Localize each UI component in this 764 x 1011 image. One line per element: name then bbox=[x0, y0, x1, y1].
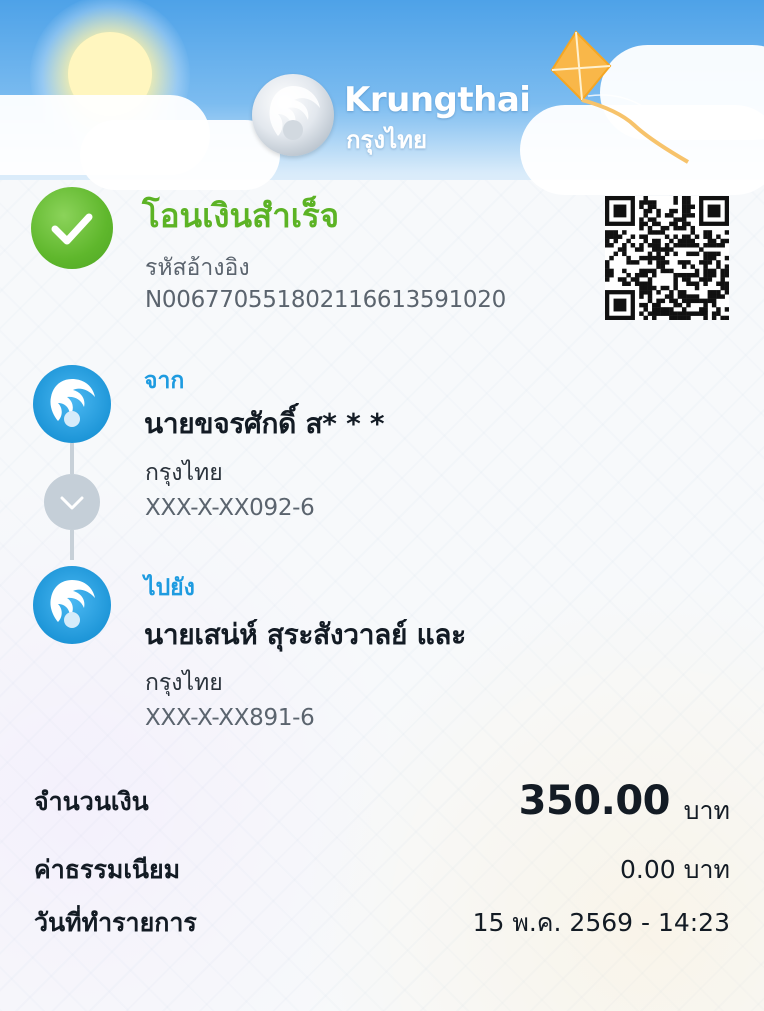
recipient-bank: กรุงไทย bbox=[145, 670, 223, 696]
fee-label: ค่าธรรมเนียม bbox=[34, 855, 181, 884]
krungthai-logo-icon bbox=[252, 74, 334, 156]
amount-label: จำนวนเงิน bbox=[34, 787, 149, 816]
status-title: โอนเงินสำเร็จ bbox=[142, 196, 340, 235]
connector-line-bottom bbox=[70, 530, 74, 560]
sender-account: XXX-X-XX092-6 bbox=[145, 495, 315, 521]
transfer-slip: Krungthai กรุงไทย โอนเงินสำเร็จ รหัสอ้าง… bbox=[0, 0, 764, 1011]
amount-unit: บาท bbox=[683, 796, 730, 825]
fee-value: 0.00 บาท bbox=[620, 855, 730, 884]
bank-avatar-icon bbox=[33, 566, 111, 644]
recipient-account: XXX-X-XX891-6 bbox=[145, 705, 315, 731]
check-icon bbox=[51, 213, 93, 245]
date-label: วันที่ทำรายการ bbox=[34, 908, 197, 937]
from-label: จาก bbox=[144, 368, 185, 394]
connector-line-top bbox=[70, 443, 74, 474]
bank-avatar-icon bbox=[33, 365, 111, 443]
qr-code-icon[interactable] bbox=[605, 196, 729, 320]
logo-text-en: Krungthai bbox=[344, 80, 531, 120]
amount-value: 350.00 bbox=[518, 778, 671, 824]
chevron-down-icon bbox=[60, 496, 84, 510]
date-value: 15 พ.ค. 2569 - 14:23 bbox=[472, 908, 730, 937]
success-check-badge bbox=[31, 187, 113, 269]
reference-label: รหัสอ้างอิง bbox=[145, 255, 250, 281]
recipient-name: นายเสน่ห์ สุระสังวาลย์ และ bbox=[144, 618, 466, 651]
cloud-left-2 bbox=[80, 120, 280, 190]
to-label: ไปยัง bbox=[144, 575, 195, 601]
kite-icon bbox=[550, 30, 690, 164]
logo-text-th: กรุงไทย bbox=[346, 126, 428, 154]
sender-bank: กรุงไทย bbox=[145, 460, 223, 486]
sender-name: นายขจรศักดิ์ ส* * * bbox=[144, 407, 385, 440]
krungthai-logo: Krungthai กรุงไทย bbox=[252, 74, 531, 158]
reference-number: N006770551802116613591020 bbox=[145, 287, 506, 313]
direction-indicator bbox=[44, 474, 100, 530]
